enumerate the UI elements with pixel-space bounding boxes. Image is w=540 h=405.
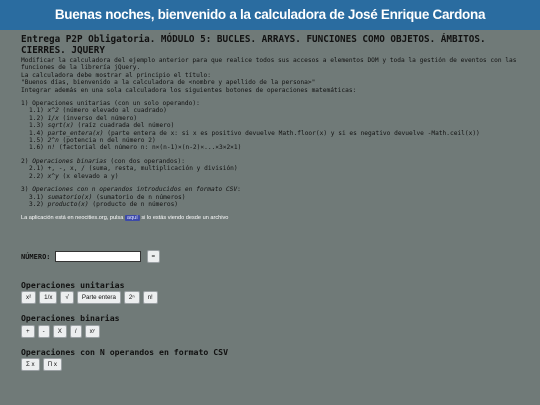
list-item: 1.4) parte_entera(x) (parte entera de x:… [29, 129, 480, 137]
here-link[interactable]: aquí [124, 215, 140, 222]
equals-button[interactable]: = [146, 250, 161, 263]
title-line: CIERRES. JQUERY [21, 45, 105, 56]
section-unitarias: 1) Operaciones unitarias (con un solo op… [21, 100, 533, 152]
section-csv: 3) Operaciones con n operandos introduci… [21, 186, 533, 208]
csv-buttons: Σ x Π x [21, 358, 65, 371]
unitarias-buttons: x² 1/x √ Parte entera 2ⁿ n! [21, 291, 161, 304]
add-button[interactable]: + [21, 325, 35, 338]
binarias-title: Operaciones binarias [21, 313, 120, 323]
power-of-two-button[interactable]: 2ⁿ [123, 291, 140, 304]
number-label: NÚMERO: [21, 252, 51, 261]
power-button[interactable]: xʸ [84, 325, 100, 338]
page-banner: Buenas noches, bienvenido a la calculado… [0, 0, 540, 30]
factorial-button[interactable]: n! [142, 291, 158, 304]
integer-part-button[interactable]: Parte entera [76, 291, 121, 304]
subtract-button[interactable]: - [37, 325, 50, 338]
inverse-button[interactable]: 1/x [39, 291, 58, 304]
csv-title: Operaciones con N operandos en formato C… [21, 347, 229, 357]
hosting-note: La aplicación está en neocities.org, pul… [21, 215, 229, 222]
number-input[interactable] [54, 251, 141, 262]
unitarias-title: Operaciones unitarias [21, 280, 125, 290]
assignment-description: Modificar la calculadora del ejemplo ant… [21, 57, 533, 94]
square-button[interactable]: x² [21, 291, 37, 304]
desc-line: Integrar además en una sola calculadora … [21, 86, 357, 94]
binarias-buttons: + - X / xʸ [21, 325, 103, 338]
desc-line: funciones de la librería jQuery. [21, 64, 141, 72]
sum-button[interactable]: Σ x [21, 358, 40, 371]
list-item: 3.1) sumatorio(x) (sumatorio de n número… [29, 193, 186, 201]
sqrt-button[interactable]: √ [60, 291, 74, 304]
section-binarias: 2) Operaciones binarias (con dos operand… [21, 158, 533, 180]
divide-button[interactable]: / [69, 325, 82, 338]
list-item: 2.2) x^y (x elevado a y) [29, 172, 119, 180]
assignment-title: Entrega P2P Obligatoria. MÓDULO 5: BUCLE… [21, 34, 533, 56]
title-line: Entrega P2P Obligatoria. MÓDULO 5: BUCLE… [21, 34, 486, 45]
product-button[interactable]: Π x [42, 358, 62, 371]
list-item: 2.1) +, -, x, / (suma, resta, multiplica… [29, 165, 238, 173]
number-row: NÚMERO: = [21, 250, 163, 263]
description-area: Entrega P2P Obligatoria. MÓDULO 5: BUCLE… [21, 34, 533, 222]
list-item: 1.6) n! (factorial del número n: n×(n-1)… [29, 144, 242, 152]
desc-line: "Buenos días, bienvenido a la calculador… [21, 79, 316, 87]
list-item: 1.1) x^2 (número elevado al cuadrado) [29, 107, 167, 115]
section-heading: 3) Operaciones con n operandos introduci… [21, 186, 241, 194]
multiply-button[interactable]: X [52, 325, 67, 338]
list-item: 3.2) producto(x) (producto de n números) [29, 200, 179, 208]
list-item: 1.3) sqrt(x) (raíz cuadrada del número) [29, 122, 175, 130]
